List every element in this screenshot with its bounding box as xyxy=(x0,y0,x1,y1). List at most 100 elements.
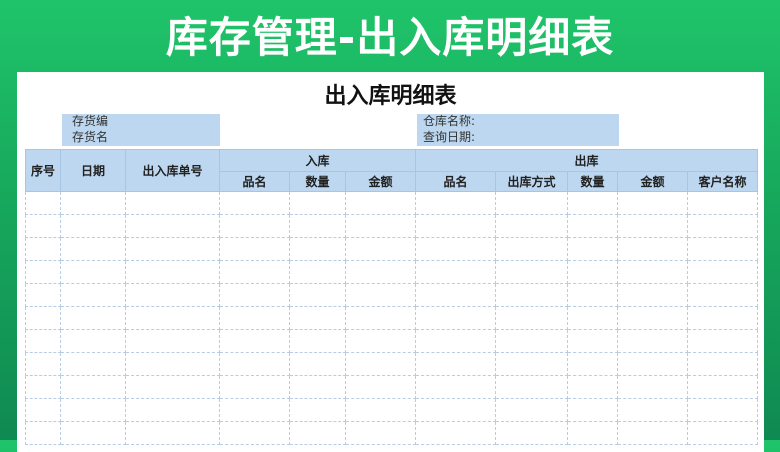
table-cell[interactable] xyxy=(495,214,568,238)
table-cell[interactable] xyxy=(495,306,568,330)
table-cell[interactable] xyxy=(60,191,126,215)
table-cell[interactable] xyxy=(687,398,758,422)
table-cell[interactable] xyxy=(60,421,126,445)
table-cell[interactable] xyxy=(60,306,126,330)
table-cell[interactable] xyxy=(687,306,758,330)
table-cell[interactable] xyxy=(617,237,688,261)
table-cell[interactable] xyxy=(345,260,416,284)
table-cell[interactable] xyxy=(415,260,496,284)
table-cell[interactable] xyxy=(25,398,61,422)
table-cell[interactable] xyxy=(289,191,346,215)
table-cell[interactable] xyxy=(617,375,688,399)
table-cell[interactable] xyxy=(219,191,290,215)
table-cell[interactable] xyxy=(289,237,346,261)
table-cell[interactable] xyxy=(567,398,618,422)
table-cell[interactable] xyxy=(617,329,688,353)
table-cell[interactable] xyxy=(219,260,290,284)
table-cell[interactable] xyxy=(25,283,61,307)
table-cell[interactable] xyxy=(219,352,290,376)
table-cell[interactable] xyxy=(415,237,496,261)
table-cell[interactable] xyxy=(345,421,416,445)
table-cell[interactable] xyxy=(567,421,618,445)
table-cell[interactable] xyxy=(567,191,618,215)
table-cell[interactable] xyxy=(617,352,688,376)
table-cell[interactable] xyxy=(60,237,126,261)
table-cell[interactable] xyxy=(345,283,416,307)
table-cell[interactable] xyxy=(687,329,758,353)
table-cell[interactable] xyxy=(345,191,416,215)
table-cell[interactable] xyxy=(25,260,61,284)
table-cell[interactable] xyxy=(567,352,618,376)
table-cell[interactable] xyxy=(219,398,290,422)
table-cell[interactable] xyxy=(495,398,568,422)
table-cell[interactable] xyxy=(345,375,416,399)
table-cell[interactable] xyxy=(567,237,618,261)
table-cell[interactable] xyxy=(415,375,496,399)
table-cell[interactable] xyxy=(25,191,61,215)
table-cell[interactable] xyxy=(687,214,758,238)
table-cell[interactable] xyxy=(415,421,496,445)
table-cell[interactable] xyxy=(125,214,220,238)
table-cell[interactable] xyxy=(617,260,688,284)
table-cell[interactable] xyxy=(289,306,346,330)
table-cell[interactable] xyxy=(617,421,688,445)
table-cell[interactable] xyxy=(345,398,416,422)
table-cell[interactable] xyxy=(219,375,290,399)
table-cell[interactable] xyxy=(125,352,220,376)
table-cell[interactable] xyxy=(60,260,126,284)
table-cell[interactable] xyxy=(617,283,688,307)
table-cell[interactable] xyxy=(289,214,346,238)
table-cell[interactable] xyxy=(617,306,688,330)
table-cell[interactable] xyxy=(289,421,346,445)
table-cell[interactable] xyxy=(125,398,220,422)
table-cell[interactable] xyxy=(617,398,688,422)
table-cell[interactable] xyxy=(495,237,568,261)
table-cell[interactable] xyxy=(345,237,416,261)
table-cell[interactable] xyxy=(25,421,61,445)
table-cell[interactable] xyxy=(495,421,568,445)
table-cell[interactable] xyxy=(345,329,416,353)
table-cell[interactable] xyxy=(289,352,346,376)
table-cell[interactable] xyxy=(415,398,496,422)
table-cell[interactable] xyxy=(25,214,61,238)
table-cell[interactable] xyxy=(617,214,688,238)
table-cell[interactable] xyxy=(567,260,618,284)
table-cell[interactable] xyxy=(60,329,126,353)
table-cell[interactable] xyxy=(495,260,568,284)
table-cell[interactable] xyxy=(567,283,618,307)
table-cell[interactable] xyxy=(415,329,496,353)
table-cell[interactable] xyxy=(60,283,126,307)
table-cell[interactable] xyxy=(219,421,290,445)
table-cell[interactable] xyxy=(495,375,568,399)
table-cell[interactable] xyxy=(60,352,126,376)
table-cell[interactable] xyxy=(125,260,220,284)
table-cell[interactable] xyxy=(567,306,618,330)
table-cell[interactable] xyxy=(60,375,126,399)
table-cell[interactable] xyxy=(60,398,126,422)
table-cell[interactable] xyxy=(687,283,758,307)
table-cell[interactable] xyxy=(125,329,220,353)
table-cell[interactable] xyxy=(345,352,416,376)
table-cell[interactable] xyxy=(219,237,290,261)
table-cell[interactable] xyxy=(125,421,220,445)
table-cell[interactable] xyxy=(219,214,290,238)
table-cell[interactable] xyxy=(345,214,416,238)
table-cell[interactable] xyxy=(415,352,496,376)
table-cell[interactable] xyxy=(415,191,496,215)
table-cell[interactable] xyxy=(289,398,346,422)
table-cell[interactable] xyxy=(495,283,568,307)
table-cell[interactable] xyxy=(495,191,568,215)
table-cell[interactable] xyxy=(25,375,61,399)
table-cell[interactable] xyxy=(617,191,688,215)
table-cell[interactable] xyxy=(567,375,618,399)
table-cell[interactable] xyxy=(125,306,220,330)
table-cell[interactable] xyxy=(219,329,290,353)
table-cell[interactable] xyxy=(687,191,758,215)
table-cell[interactable] xyxy=(345,306,416,330)
table-cell[interactable] xyxy=(415,283,496,307)
table-cell[interactable] xyxy=(25,306,61,330)
table-cell[interactable] xyxy=(687,421,758,445)
table-cell[interactable] xyxy=(289,375,346,399)
table-cell[interactable] xyxy=(687,375,758,399)
table-cell[interactable] xyxy=(289,329,346,353)
